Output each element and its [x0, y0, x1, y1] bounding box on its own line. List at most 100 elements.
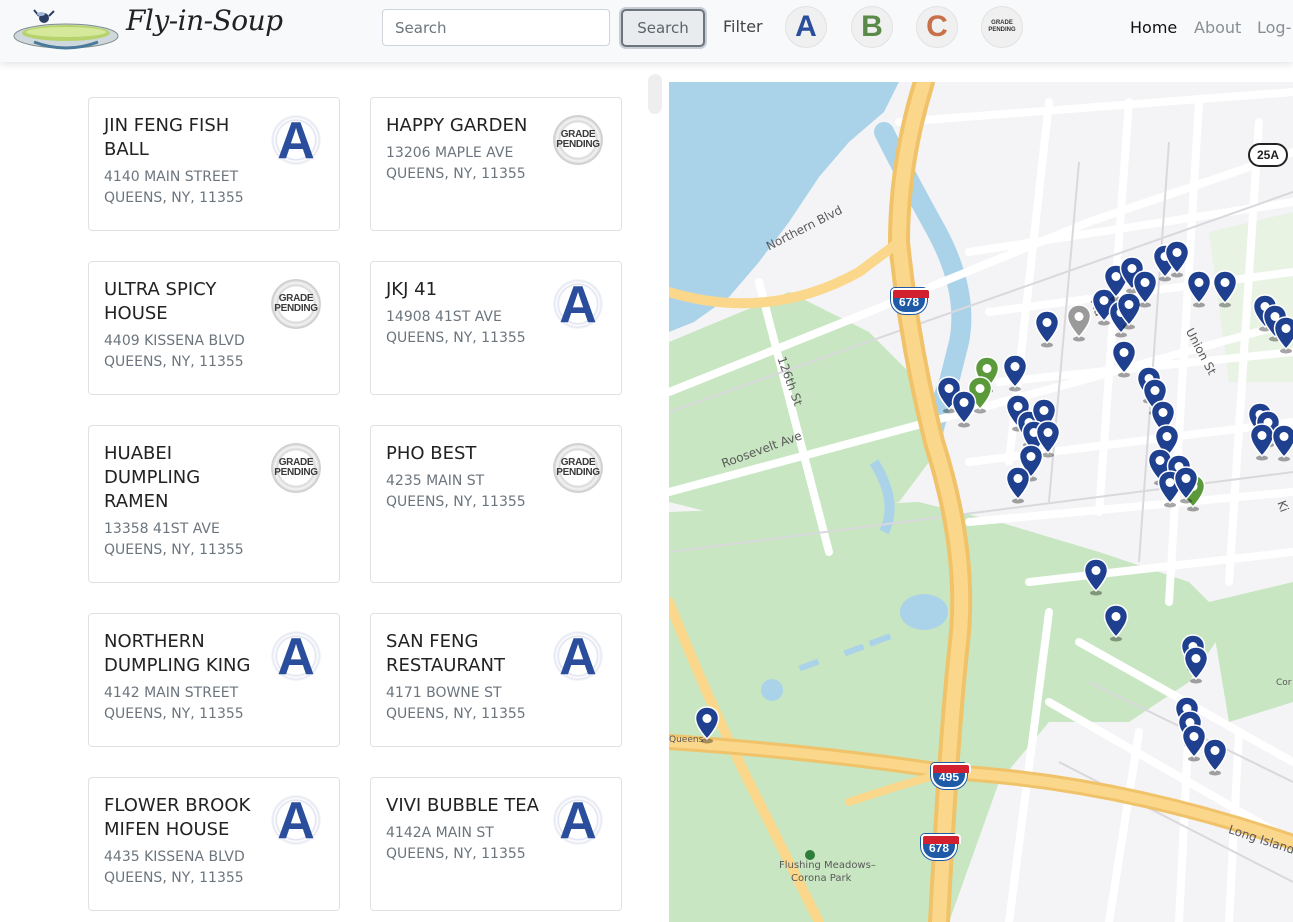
nav-about-link[interactable]: About	[1194, 18, 1241, 37]
restaurant-name: PHO BEST	[386, 443, 477, 464]
map-marker-pin-icon[interactable]	[1202, 738, 1228, 776]
grade-letter: GRADE PENDING	[556, 457, 600, 478]
restaurant-name: VIVI BUBBLE TEA	[386, 795, 539, 816]
map-marker-pin-icon[interactable]	[1005, 466, 1031, 504]
map-marker-pin-icon[interactable]	[1034, 310, 1060, 348]
grade-a-badge-icon: A	[553, 628, 603, 686]
grade-letter: A	[559, 276, 597, 334]
map-marker-pin-icon[interactable]	[1103, 604, 1129, 642]
map-marker-pin-icon[interactable]	[951, 390, 977, 428]
restaurant-name: SAN FENG RESTAURANT	[386, 631, 505, 676]
map-marker-pin-icon[interactable]	[1183, 646, 1209, 684]
restaurant-address: 4140 MAIN STREET	[104, 169, 239, 185]
grade-a-badge-icon: A	[553, 276, 603, 334]
restaurant-card[interactable]: NORTHERN DUMPLING KING 4142 MAIN STREET …	[88, 613, 340, 747]
restaurant-address: 4142 MAIN STREET	[104, 685, 239, 701]
restaurant-city: QUEENS, NY, 11355	[386, 706, 526, 722]
restaurant-name: JKJ 41	[386, 279, 438, 300]
search-button[interactable]: Search	[621, 9, 705, 47]
restaurant-city: QUEENS, NY, 11355	[104, 870, 244, 886]
map-marker-pin-icon[interactable]	[1271, 424, 1293, 462]
park-tree-icon	[805, 850, 815, 860]
restaurant-name: NORTHERN DUMPLING KING	[104, 631, 251, 676]
nav-home-link[interactable]: Home	[1130, 18, 1177, 37]
restaurant-address: 4235 MAIN ST	[386, 473, 485, 489]
restaurant-city: QUEENS, NY, 11355	[386, 494, 526, 510]
map-marker-pin-icon[interactable]	[1002, 354, 1028, 392]
restaurant-city: QUEENS, NY, 11355	[104, 190, 244, 206]
restaurant-name: HAPPY GARDEN	[386, 115, 528, 136]
filter-label: Filter	[723, 17, 763, 36]
restaurant-card[interactable]: PHO BEST 4235 MAIN ST QUEENS, NY, 11355 …	[370, 425, 622, 583]
grade-a-badge-icon: A	[271, 112, 321, 170]
park-label: Corona Park	[791, 873, 852, 884]
grade-letter: GRADE PENDING	[274, 293, 318, 314]
grade-letter: A	[277, 112, 315, 170]
filter-grade-c-button[interactable]: C	[916, 6, 958, 48]
map-marker-pin-icon[interactable]	[1273, 316, 1293, 354]
grade-pending-badge-icon: GRADE PENDING	[271, 443, 321, 493]
grade-pending-badge-icon: GRADE PENDING	[553, 443, 603, 493]
restaurant-list[interactable]: JIN FENG FISH BALL 4140 MAIN STREET QUEE…	[0, 62, 668, 922]
search-input[interactable]	[382, 9, 610, 46]
map-marker-pin-icon[interactable]	[694, 706, 720, 744]
park-area-south	[1209, 582, 1293, 722]
place-label: Cor	[1276, 678, 1292, 688]
restaurant-address: 4409 KISSENA BLVD	[104, 333, 245, 349]
grade-letter: A	[559, 792, 597, 850]
restaurant-map[interactable]: Northern Blvd 126th St Roosevelt Ave Uni…	[669, 82, 1293, 922]
map-marker-pin-icon[interactable]	[1083, 558, 1109, 596]
restaurant-address: 4171 BOWNE ST	[386, 685, 502, 701]
restaurant-address: 4142A MAIN ST	[386, 825, 494, 841]
grade-pending-glyph: GRADE PENDING	[988, 20, 1016, 33]
map-marker-pin-icon[interactable]	[1186, 270, 1212, 308]
restaurant-card[interactable]: JKJ 41 14908 41ST AVE QUEENS, NY, 11355 …	[370, 261, 622, 395]
grade-letter: A	[277, 792, 315, 850]
grade-pending-badge-icon: GRADE PENDING	[271, 279, 321, 329]
restaurant-card[interactable]: ULTRA SPICY HOUSE 4409 KISSENA BLVD QUEE…	[88, 261, 340, 395]
map-marker-pin-icon[interactable]	[1111, 340, 1137, 378]
soup-bowl-logo[interactable]	[12, 6, 122, 52]
map-marker-pin-icon[interactable]	[1212, 270, 1238, 308]
brand-title[interactable]: Fly-in-Soup	[126, 4, 283, 37]
restaurant-city: QUEENS, NY, 11355	[386, 846, 526, 862]
restaurant-city: QUEENS, NY, 11355	[386, 330, 526, 346]
grade-a-badge-icon: A	[271, 792, 321, 850]
restaurant-city: QUEENS, NY, 11355	[104, 542, 244, 558]
restaurant-name: FLOWER BROOK MIFEN HOUSE	[104, 795, 251, 840]
restaurant-card[interactable]: JIN FENG FISH BALL 4140 MAIN STREET QUEE…	[88, 97, 340, 231]
restaurant-address: 4435 KISSENA BLVD	[104, 849, 245, 865]
grade-letter: A	[559, 628, 597, 686]
restaurant-name: ULTRA SPICY HOUSE	[104, 279, 217, 324]
park-label: Flushing Meadows–	[779, 860, 876, 871]
grade-a-glyph: A	[795, 10, 817, 43]
restaurant-address: 13206 MAPLE AVE	[386, 145, 514, 161]
filter-grade-b-button[interactable]: B	[851, 6, 893, 48]
filter-grade-a-button[interactable]: A	[785, 6, 827, 48]
filter-grade-pending-button[interactable]: GRADE PENDING	[981, 6, 1023, 48]
grade-a-badge-icon: A	[271, 628, 321, 686]
route-oval-icon: 25A	[1248, 143, 1288, 167]
list-scrollbar[interactable]	[648, 74, 662, 114]
grade-letter: A	[277, 628, 315, 686]
restaurant-city: QUEENS, NY, 11355	[386, 166, 526, 182]
pond	[761, 679, 783, 701]
grade-b-glyph: B	[861, 10, 883, 43]
interstate-shield-icon: 495	[931, 763, 971, 789]
navbar: Fly-in-Soup Search Filter A B C GRADEPEN…	[0, 0, 1293, 62]
restaurant-card[interactable]: HAPPY GARDEN 13206 MAPLE AVE QUEENS, NY,…	[370, 97, 622, 231]
restaurant-city: QUEENS, NY, 11355	[104, 354, 244, 370]
grade-letter: GRADE PENDING	[274, 457, 318, 478]
restaurant-card[interactable]: VIVI BUBBLE TEA 4142A MAIN ST QUEENS, NY…	[370, 777, 622, 911]
restaurant-name: JIN FENG FISH BALL	[104, 115, 230, 160]
restaurant-card[interactable]: SAN FENG RESTAURANT 4171 BOWNE ST QUEENS…	[370, 613, 622, 747]
restaurant-card[interactable]: FLOWER BROOK MIFEN HOUSE 4435 KISSENA BL…	[88, 777, 340, 911]
restaurant-card[interactable]: HUABEI DUMPLING RAMEN 13358 41ST AVE QUE…	[88, 425, 340, 583]
grade-c-glyph: C	[926, 10, 948, 43]
restaurant-city: QUEENS, NY, 11355	[104, 706, 244, 722]
map-marker-pin-icon[interactable]	[1173, 466, 1199, 504]
meadow-lake	[900, 594, 948, 630]
map-marker-pin-icon[interactable]	[1066, 304, 1092, 342]
grade-letter: GRADE PENDING	[556, 129, 600, 150]
nav-login-link[interactable]: Log-	[1257, 18, 1291, 37]
